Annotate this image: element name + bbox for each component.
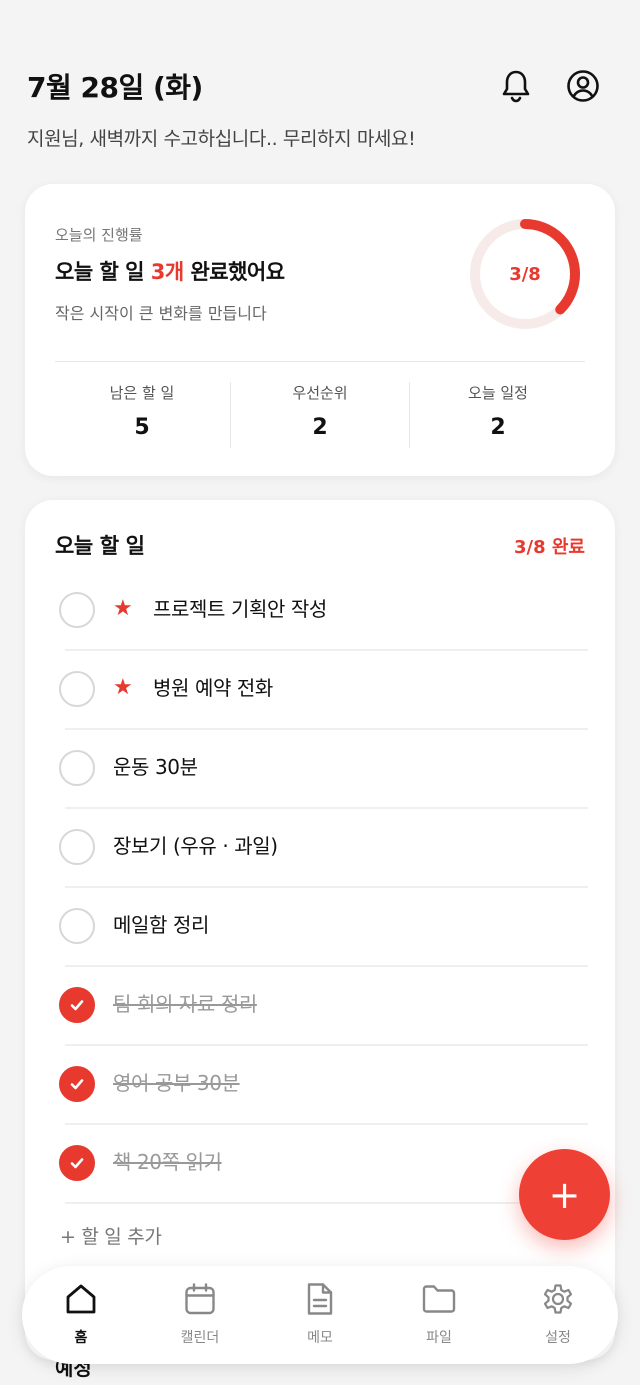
nav-label: 캘린더 (180, 1330, 220, 1346)
add-todo-button[interactable]: + 할 일 추가 (60, 1222, 162, 1249)
nav-label: 홈 (74, 1330, 88, 1346)
todo-item[interactable]: 책 20쪽 읽기 (55, 1125, 588, 1204)
todo-item-text: 병원 예약 전화 (153, 676, 273, 700)
todo-checkbox-checked[interactable] (59, 987, 95, 1023)
todo-checkbox-checked[interactable] (59, 1066, 95, 1102)
todo-item[interactable]: 장보기 (우유 · 과일) (55, 809, 588, 888)
bell-icon[interactable] (498, 68, 534, 104)
folder-icon (399, 1281, 479, 1317)
stat-label: 오늘 일정 (468, 384, 528, 402)
nav-label: 설정 (545, 1330, 571, 1346)
plus-icon: + (548, 1172, 581, 1217)
todo-card: 오늘 할 일 3/8 완료 ★ 프로젝트 기획안 작성 ★ 병원 예약 전화운동 30… (25, 500, 615, 1360)
progress-title: 오늘 할 일 3개 완료했어요 (55, 256, 285, 286)
calendar-icon (160, 1281, 240, 1317)
progress-title-suffix: 완료했어요 (183, 260, 285, 284)
todo-item[interactable]: ★ 병원 예약 전화 (55, 651, 588, 730)
todo-item-text: 운동 30분 (113, 755, 198, 779)
priority-star-icon: ★ (113, 675, 133, 700)
user-icon[interactable] (565, 68, 601, 104)
stat-value: 2 (312, 415, 328, 440)
nav-label: 파일 (426, 1330, 452, 1346)
greeting-text: 지원님, 새벽까지 수고하십니다.. 무리하지 마세요! (27, 128, 416, 150)
priority-star-icon: ★ (113, 596, 133, 621)
todo-checkbox-checked[interactable] (59, 1145, 95, 1181)
todo-item-text: 팀 회의 자료 정리 (113, 992, 257, 1016)
todo-item-text: 프로젝트 기획안 작성 (153, 597, 327, 621)
nav-home[interactable]: 홈 (41, 1281, 121, 1347)
stat-schedule: 오늘 일정 2 (409, 382, 587, 440)
nav-memo[interactable]: 메모 (280, 1281, 360, 1347)
todo-item[interactable]: 영어 공부 30분 (55, 1046, 588, 1125)
stat-value: 2 (490, 415, 506, 440)
nav-label: 메모 (307, 1330, 333, 1346)
progress-title-count: 3개 (150, 260, 184, 284)
stat-priority: 우선순위 2 (231, 382, 409, 440)
todo-checkbox[interactable] (59, 592, 95, 628)
todo-checkbox[interactable] (59, 671, 95, 707)
todo-item-text: 책 20쪽 읽기 (113, 1150, 222, 1174)
todo-checkbox[interactable] (59, 908, 95, 944)
nav-files[interactable]: 파일 (399, 1281, 479, 1347)
nav-calendar[interactable]: 캘린더 (160, 1281, 240, 1347)
check-icon (70, 1000, 84, 1011)
stat-label: 남은 할 일 (109, 384, 175, 402)
progress-ring-text: 3/8 (509, 263, 541, 285)
nav-settings[interactable]: 설정 (518, 1281, 598, 1347)
todo-item[interactable]: 운동 30분 (55, 730, 588, 809)
progress-subtitle: 작은 시작이 큰 변화를 만듭니다 (55, 304, 267, 323)
progress-label: 오늘의 진행률 (55, 226, 143, 244)
stat-remaining: 남은 할 일 5 (53, 382, 231, 440)
todo-item-text: 메일함 정리 (113, 913, 209, 937)
bottom-nav: 홈 캘린더 메모 파일 설정 (22, 1266, 618, 1364)
todo-item-text: 영어 공부 30분 (113, 1071, 240, 1095)
gear-icon (518, 1281, 598, 1317)
add-fab-button[interactable]: + (519, 1149, 610, 1240)
todo-count-badge: 3/8 완료 (513, 537, 585, 558)
divider (55, 361, 585, 362)
home-icon (41, 1281, 121, 1317)
memo-icon (280, 1281, 360, 1317)
todo-checkbox[interactable] (59, 829, 95, 865)
progress-card: 오늘의 진행률 오늘 할 일 3개 완료했어요 작은 시작이 큰 변화를 만듭니… (25, 184, 615, 476)
check-icon (70, 1079, 84, 1090)
stat-label: 우선순위 (292, 384, 348, 402)
todo-item[interactable]: ★ 프로젝트 기획안 작성 (55, 572, 588, 651)
todo-section-title: 오늘 할 일 (55, 534, 145, 558)
todo-item[interactable]: 팀 회의 자료 정리 (55, 967, 588, 1046)
check-icon (70, 1158, 84, 1169)
todo-item-text: 장보기 (우유 · 과일) (113, 834, 278, 858)
stat-value: 5 (134, 415, 150, 440)
todo-checkbox[interactable] (59, 750, 95, 786)
divider (65, 1202, 588, 1204)
todo-item[interactable]: 메일함 정리 (55, 888, 588, 967)
progress-title-prefix: 오늘 할 일 (55, 260, 151, 284)
